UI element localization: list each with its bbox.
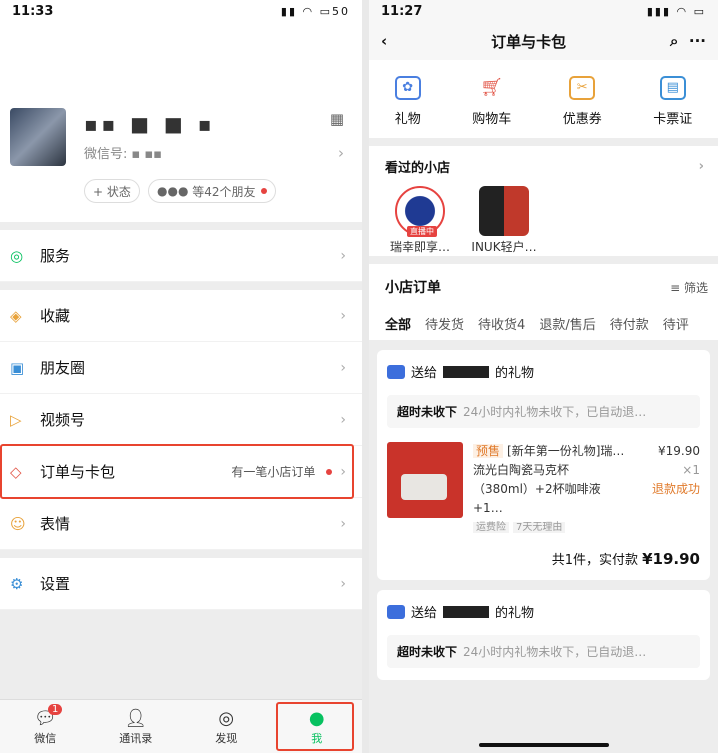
cart-icon: 🛒︎ xyxy=(480,77,504,98)
chevron-right-icon: › xyxy=(340,247,346,264)
menu-item-service[interactable]: ◎ 服务 › xyxy=(0,230,362,282)
filter-to-review[interactable]: 待评 xyxy=(663,314,689,333)
filter-all[interactable]: 全部 xyxy=(385,314,411,333)
status-time: 11:33 xyxy=(12,3,54,19)
chevron-right-icon: › xyxy=(340,307,346,324)
quick-entries: ✿ 礼物 🛒︎ 购物车 ✂ 优惠券 ▤ 卡票证 xyxy=(369,60,718,138)
item-qty: ×1 xyxy=(682,463,700,477)
sticker-icon: ☺ xyxy=(10,514,26,533)
menu-item-stickers[interactable]: ☺ 表情 › xyxy=(0,498,362,550)
visited-shops: 看过的小店 › 直播中 瑞幸即享… INUK轻户… xyxy=(369,146,718,256)
menu-item-moments[interactable]: ▣ 朋友圈 › xyxy=(0,342,362,394)
filter-button[interactable]: ≡ 筛选 xyxy=(670,279,708,296)
tab-discover[interactable]: ◎ 发现 xyxy=(181,700,272,753)
signal-wifi-battery-icon: ▮▮▮ ◠ ▭ xyxy=(646,4,706,18)
inuk-logo xyxy=(479,186,529,236)
live-badge: 直播中 xyxy=(407,226,437,237)
battery-level: 50 xyxy=(332,4,350,18)
gift-icon xyxy=(387,604,405,619)
coupon-icon: ✂ xyxy=(569,75,596,100)
status-bar: 11:27 ▮▮▮ ◠ ▭ xyxy=(369,0,718,22)
page-title: 订单与卡包 xyxy=(491,32,567,51)
order-total: 共1件，实付款 ¥19.90 xyxy=(551,550,700,568)
order-item[interactable]: 预售 [新年第一份礼物]瑞… 流光白陶瓷马克杯 （380ml）+2杯咖啡液+1… … xyxy=(387,442,700,537)
unread-badge: 1 xyxy=(48,704,63,715)
shop-inuk[interactable]: INUK轻户… xyxy=(469,186,539,256)
profile-screen: 11:33 ▮▮ ◠ ▭50 ▪▪ ■ ■ ▪ 微信号: ▪ ▪▪ ▦ › + … xyxy=(0,0,362,753)
orders-screen: 11:27 ▮▮▮ ◠ ▭ ‹ 订单与卡包 ⌕ ··· ✿ 礼物 🛒︎ 购物车 ✂ 优… xyxy=(369,0,718,753)
channels-icon: ▷ xyxy=(10,410,22,429)
chevron-right-icon: › xyxy=(340,575,346,592)
status-bar: 11:33 ▮▮ ◠ ▭50 xyxy=(0,0,362,22)
highlight-box xyxy=(0,444,354,499)
search-icon[interactable]: ⌕ xyxy=(670,32,678,50)
item-price: ¥19.90 xyxy=(658,444,700,458)
contacts-icon: 👤︎ xyxy=(124,707,148,729)
favorites-icon: ◈ xyxy=(10,306,22,325)
chevron-right-icon[interactable]: › xyxy=(338,144,344,162)
filter-refund[interactable]: 退款/售后 xyxy=(539,314,595,333)
menu-item-orders[interactable]: ◇ 订单与卡包 有一笔小店订单 › xyxy=(0,444,362,499)
wechat-id: 微信号: ▪ ▪▪ xyxy=(84,147,163,162)
gift-icon: ✿ xyxy=(394,75,421,100)
bottom-tab-bar: 💬︎ 1 微信 👤︎ 通讯录 ◎ 发现 ● 我 xyxy=(0,699,362,753)
order-state: 退款成功 xyxy=(651,482,700,496)
filter-to-pay[interactable]: 待付款 xyxy=(610,314,649,333)
quick-cart[interactable]: 🛒︎ 购物车 xyxy=(472,76,511,127)
compass-icon: ◎ xyxy=(218,707,235,729)
order-note: 超时未收下 24小时内礼物未收下，已自动退… xyxy=(387,395,700,428)
product-image xyxy=(387,442,463,518)
product-title: [新年第一份礼物]瑞… xyxy=(507,444,625,458)
tab-me[interactable]: ● 我 xyxy=(272,700,363,753)
menu-item-settings[interactable]: ⚙ 设置 › xyxy=(0,558,362,610)
settings-icon: ⚙ xyxy=(10,574,24,593)
tab-contacts[interactable]: 👤︎ 通讯录 xyxy=(91,700,182,753)
chevron-right-icon[interactable]: › xyxy=(699,159,704,174)
chevron-right-icon: › xyxy=(340,515,346,532)
luckin-logo: 直播中 xyxy=(395,186,445,237)
order-card[interactable]: 送给 的礼物 超时未收下 24小时内礼物未收下，已自动退… 预售 [新年第一份礼物]瑞… xyxy=(377,350,710,580)
profile-header[interactable]: ▪▪ ■ ■ ▪ 微信号: ▪ ▪▪ ▦ › + 状态 ●●● 等42个朋友 xyxy=(0,22,362,222)
section-title: 小店订单 xyxy=(385,280,441,296)
battery-indicator: ▮▮ ◠ ▭50 xyxy=(280,4,350,18)
filter-to-ship[interactable]: 待发货 xyxy=(425,314,464,333)
quick-cards[interactable]: ▤ 卡票证 xyxy=(653,75,692,127)
card-icon: ▤ xyxy=(659,75,686,100)
quick-gift[interactable]: ✿ 礼物 xyxy=(394,75,421,127)
service-icon: ◎ xyxy=(10,246,24,265)
back-icon[interactable]: ‹ xyxy=(381,32,387,50)
redacted-name xyxy=(443,365,490,378)
nav-bar: ‹ 订单与卡包 ⌕ ··· xyxy=(369,22,718,60)
more-icon[interactable]: ··· xyxy=(689,32,706,50)
friends-count: 等42个朋友 xyxy=(192,184,256,199)
chevron-right-icon: › xyxy=(340,359,346,376)
profile-name: ▪▪ ■ ■ ▪ xyxy=(84,112,216,136)
avatar[interactable] xyxy=(10,108,66,166)
redacted-name xyxy=(443,605,490,618)
order-card[interactable]: 送给 的礼物 超时未收下 24小时内礼物未收下，已自动退… xyxy=(377,590,710,680)
gift-icon xyxy=(387,364,405,379)
home-indicator xyxy=(479,743,609,747)
presale-tag: 预售 xyxy=(473,444,504,458)
menu-item-channels[interactable]: ▷ 视频号 › xyxy=(0,394,362,446)
order-note: 超时未收下 24小时内礼物未收下，已自动退… xyxy=(387,635,700,668)
shop-luckin[interactable]: 直播中 瑞幸即享… xyxy=(385,186,455,256)
chevron-right-icon: › xyxy=(340,411,346,428)
moments-icon: ▣ xyxy=(10,358,25,377)
order-filter-tabs: 全部 待发货 待收货4 退款/售后 待付款 待评 xyxy=(369,310,718,336)
highlight-box xyxy=(275,702,354,751)
qr-code-icon[interactable]: ▦ xyxy=(330,110,344,128)
filter-to-receive[interactable]: 待收货4 xyxy=(478,314,525,333)
menu-item-favorites[interactable]: ◈ 收藏 › xyxy=(0,290,362,342)
shop-orders: 小店订单 ≡ 筛选 全部 待发货 待收货4 退款/售后 待付款 待评 xyxy=(369,264,718,340)
status-time: 11:27 xyxy=(381,3,423,19)
status-button[interactable]: + 状态 xyxy=(84,179,140,203)
red-dot xyxy=(260,188,267,194)
quick-coupons[interactable]: ✂ 优惠券 xyxy=(563,75,602,127)
tab-chats[interactable]: 💬︎ 1 微信 xyxy=(0,700,91,753)
friends-status-pill[interactable]: ●●● 等42个朋友 xyxy=(148,179,276,203)
nav-actions: ⌕ ··· xyxy=(670,32,706,50)
section-title: 看过的小店 xyxy=(385,160,451,176)
